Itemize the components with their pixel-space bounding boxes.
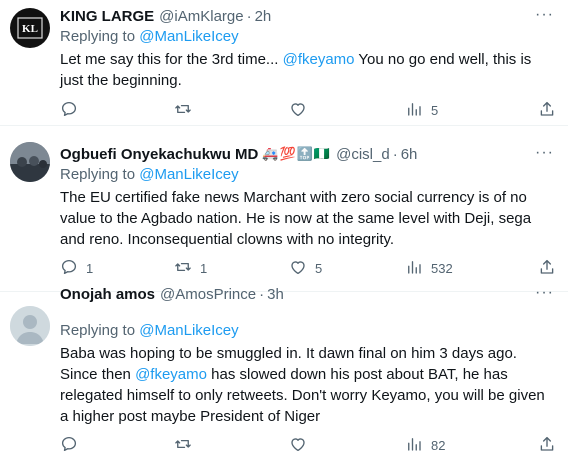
mention-link[interactable]: @fkeyamo — [283, 51, 355, 68]
replying-to-link[interactable]: @ManLikeIcey — [139, 28, 238, 45]
reply-count: 1 — [86, 260, 94, 276]
more-options-icon[interactable]: ··· — [535, 6, 554, 24]
share-icon — [538, 258, 556, 279]
more-options-icon[interactable]: ··· — [535, 284, 554, 302]
author-name[interactable]: KING LARGE — [60, 8, 154, 25]
reply-button[interactable]: 1 — [60, 258, 93, 278]
retweet-count: 1 — [200, 260, 208, 276]
tweet-onojah-amos[interactable]: Onojah amos @AmosPrince · 3h ··· Replyin… — [0, 284, 568, 468]
retweet-icon — [174, 435, 192, 456]
replying-to: Replying to @ManLikeIcey — [60, 166, 239, 183]
like-button[interactable] — [289, 435, 315, 455]
share-icon — [538, 435, 556, 456]
views-button[interactable]: 5 — [405, 100, 438, 120]
retweet-button[interactable] — [174, 100, 200, 120]
views-button[interactable]: 532 — [405, 258, 453, 278]
reply-button[interactable] — [60, 100, 86, 120]
mention-link[interactable]: @fkeyamo — [135, 366, 207, 383]
tweet-actions: 5 — [60, 100, 556, 120]
retweet-icon — [174, 100, 192, 121]
like-icon — [289, 258, 307, 279]
tweet-actions: 82 — [60, 435, 556, 455]
reply-icon — [60, 100, 78, 121]
views-icon — [405, 100, 423, 121]
reply-icon — [60, 258, 78, 279]
tweet-header: Onojah amos @AmosPrince · 3h ··· — [60, 284, 554, 304]
timestamp[interactable]: 2h — [255, 8, 272, 25]
author-handle[interactable]: @cisl_d — [336, 146, 390, 163]
avatar[interactable] — [10, 142, 50, 182]
author-name[interactable]: Onojah amos — [60, 286, 155, 303]
replying-to: Replying to @ManLikeIcey — [60, 322, 239, 339]
author-handle[interactable]: @AmosPrince — [160, 286, 256, 303]
share-icon — [538, 100, 556, 121]
reply-button[interactable] — [60, 435, 86, 455]
replying-to-prefix: Replying to — [60, 28, 140, 45]
retweet-button[interactable] — [174, 435, 200, 455]
tweet-text-part: Let me say this for the 3rd time... — [60, 51, 283, 68]
share-button[interactable] — [538, 258, 556, 278]
views-button[interactable]: 82 — [405, 435, 445, 455]
separator-dot: · — [246, 7, 252, 25]
replying-to-prefix: Replying to — [60, 166, 140, 183]
tweet-king-large[interactable]: KL KING LARGE @iAmKlarge · 2h ··· Replyi… — [0, 0, 568, 124]
avatar[interactable] — [10, 306, 50, 346]
retweet-button[interactable]: 1 — [174, 258, 207, 278]
reply-icon — [60, 435, 78, 456]
views-icon — [405, 258, 423, 279]
like-button[interactable]: 5 — [289, 258, 322, 278]
like-count: 5 — [315, 260, 323, 276]
views-count: 5 — [431, 102, 439, 118]
author-emoji-badges: 🚑💯🔝🇳🇬 — [262, 146, 332, 161]
replying-to-link[interactable]: @ManLikeIcey — [139, 166, 238, 183]
tweet-actions: 1 1 5 532 — [60, 258, 556, 278]
timestamp[interactable]: 6h — [401, 146, 418, 163]
timestamp[interactable]: 3h — [267, 286, 284, 303]
retweet-icon — [174, 258, 192, 279]
like-icon — [289, 100, 307, 121]
share-button[interactable] — [538, 435, 556, 455]
separator-dot: · — [392, 145, 398, 163]
like-button[interactable] — [289, 100, 315, 120]
views-count: 532 — [431, 260, 453, 276]
views-count: 82 — [431, 437, 446, 453]
share-button[interactable] — [538, 100, 556, 120]
tweet-text: The EU certified fake news Marchant with… — [60, 187, 556, 250]
author-handle[interactable]: @iAmKlarge — [159, 8, 243, 25]
tweet-ogbuefi[interactable]: Ogbuefi Onyekachukwu MD 🚑💯🔝🇳🇬 @cisl_d · … — [0, 126, 568, 290]
separator-dot: · — [259, 285, 265, 303]
tweet-text: Baba was hoping to be smuggled in. It da… — [60, 343, 556, 427]
replying-to: Replying to @ManLikeIcey — [60, 28, 239, 45]
avatar[interactable]: KL — [10, 8, 50, 48]
views-icon — [405, 435, 423, 456]
tweet-text: Let me say this for the 3rd time... @fke… — [60, 49, 556, 91]
like-icon — [289, 435, 307, 456]
more-options-icon[interactable]: ··· — [535, 144, 554, 162]
tweet-header: KING LARGE @iAmKlarge · 2h ··· — [60, 6, 554, 26]
replying-to-link[interactable]: @ManLikeIcey — [139, 322, 238, 339]
author-name[interactable]: Ogbuefi Onyekachukwu MD — [60, 146, 258, 163]
avatar-logo-text: KL — [22, 23, 38, 35]
tweet-header: Ogbuefi Onyekachukwu MD 🚑💯🔝🇳🇬 @cisl_d · … — [60, 144, 554, 164]
replying-to-prefix: Replying to — [60, 322, 140, 339]
tweet-text-part: The EU certified fake news Marchant with… — [60, 189, 532, 248]
